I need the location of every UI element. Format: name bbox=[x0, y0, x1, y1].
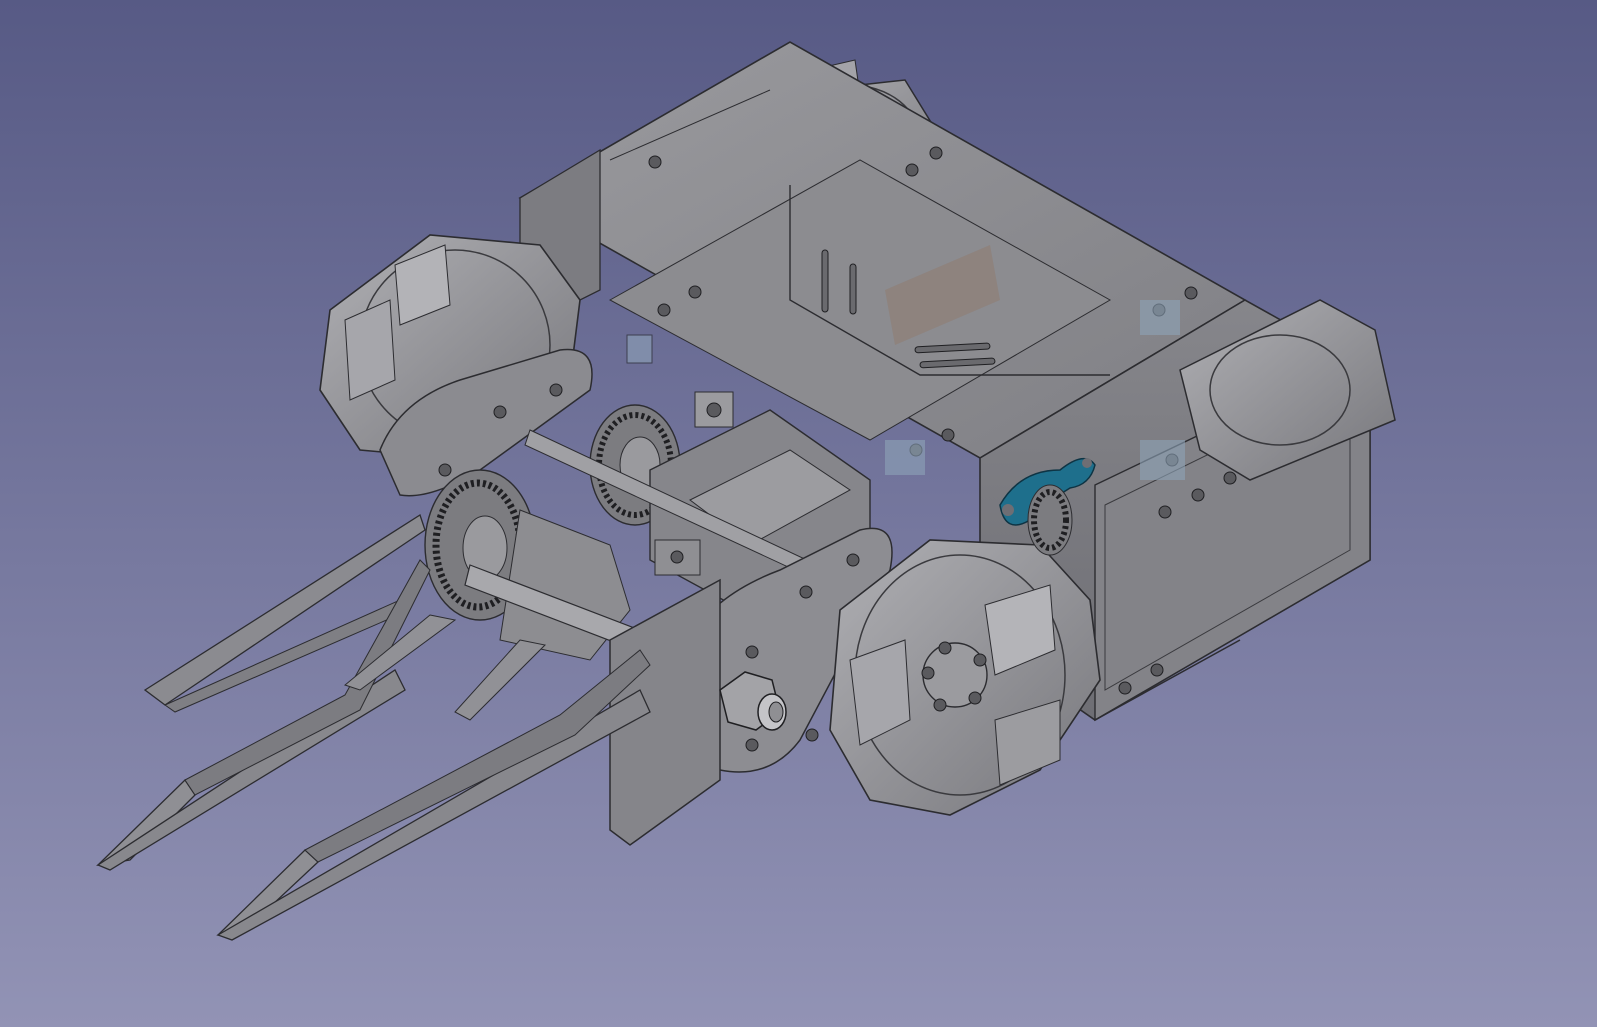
robot-model[interactable] bbox=[0, 0, 1597, 1027]
3d-viewport[interactable] bbox=[0, 0, 1597, 1027]
